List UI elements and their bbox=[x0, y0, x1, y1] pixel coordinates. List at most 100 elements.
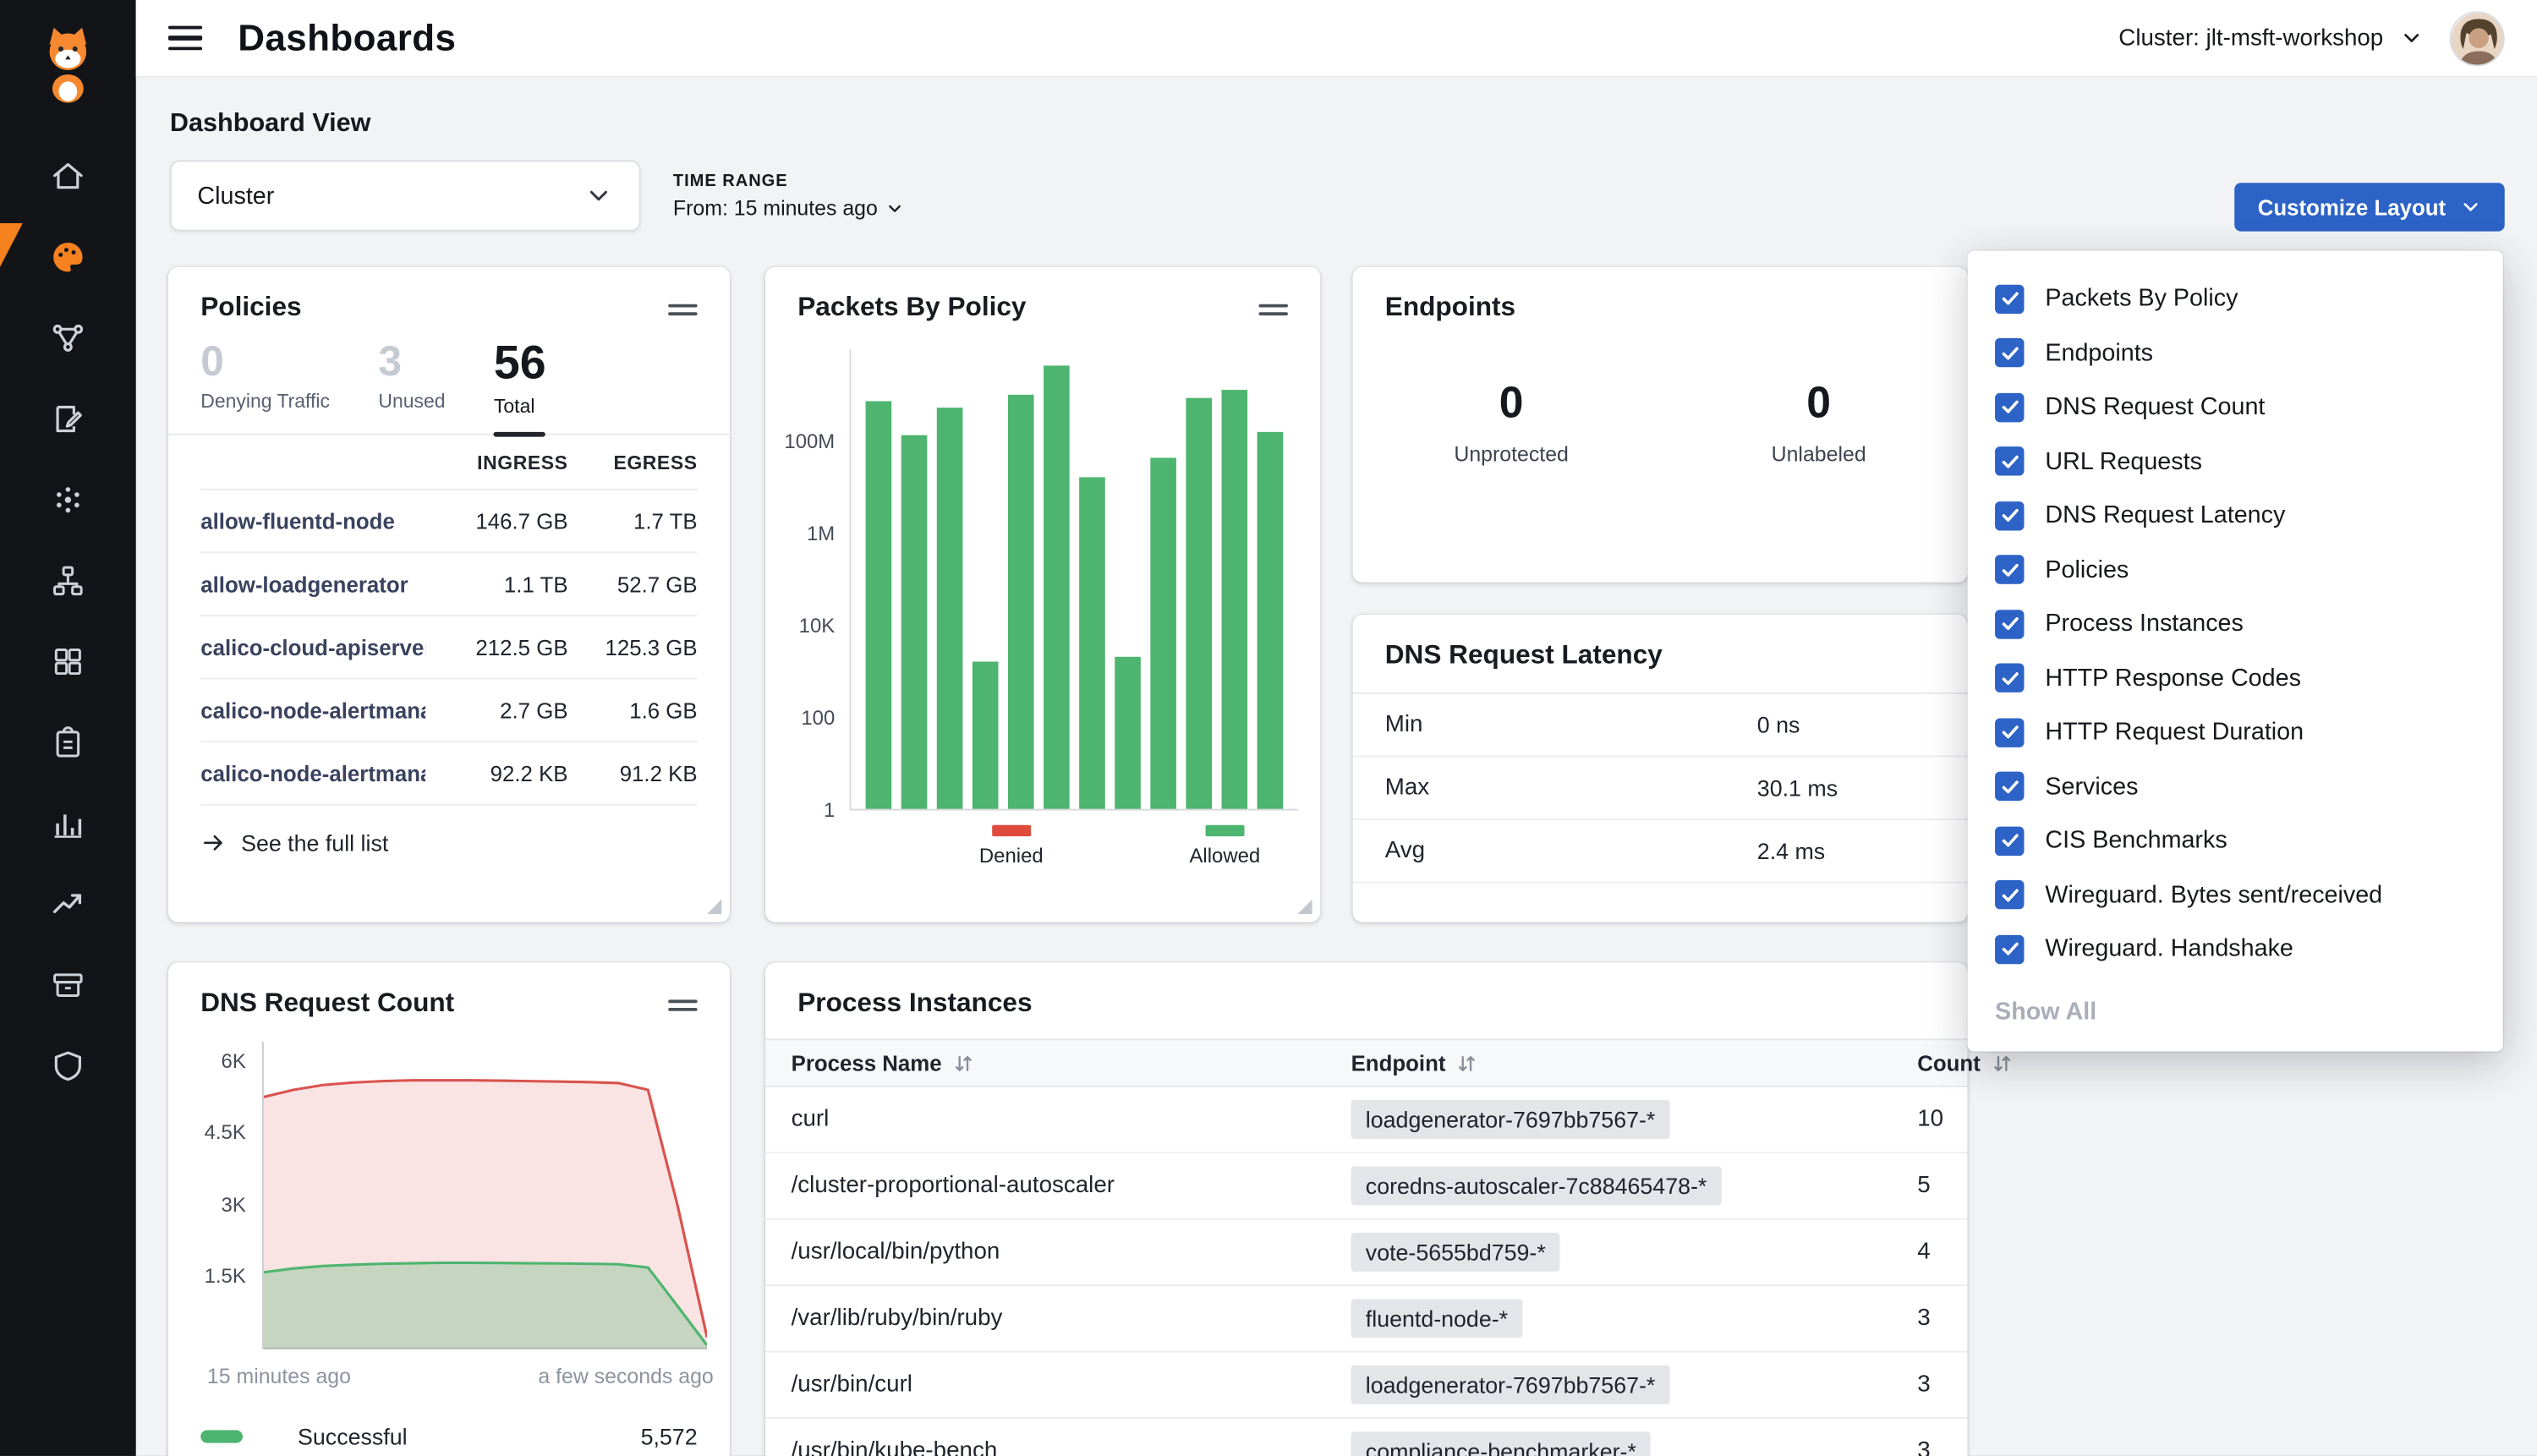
packets-bar bbox=[973, 661, 999, 809]
checkbox-checked-icon[interactable] bbox=[1995, 772, 2024, 801]
card-title: DNS Request Latency bbox=[1385, 641, 1663, 671]
checkbox-checked-icon[interactable] bbox=[1995, 718, 2024, 747]
stat-denying-traffic[interactable]: 0 Denying Traffic bbox=[200, 340, 330, 435]
cluster-selector[interactable]: Cluster: jlt-msft-workshop bbox=[2118, 25, 2424, 52]
checkbox-checked-icon[interactable] bbox=[1995, 392, 2024, 421]
arrow-right-icon bbox=[200, 830, 227, 857]
drag-handle-icon[interactable] bbox=[668, 296, 697, 320]
chevron-down-icon bbox=[2458, 196, 2481, 219]
sidebar-item-security[interactable] bbox=[0, 1026, 136, 1107]
metrics-bars-icon bbox=[50, 806, 85, 841]
menu-option-label: Packets By Policy bbox=[2045, 285, 2238, 313]
process-name-column-header[interactable]: Process Name bbox=[765, 1051, 1351, 1076]
sidebar-item-endpoints[interactable] bbox=[0, 459, 136, 540]
packets-bar bbox=[1222, 390, 1248, 808]
menu-option-dns-request-latency[interactable]: DNS Request Latency bbox=[1968, 489, 2503, 543]
column-label: Count bbox=[1917, 1051, 1981, 1076]
policy-name-link[interactable]: allow-loadgenerator bbox=[200, 572, 425, 597]
menu-option-label: DNS Request Latency bbox=[2045, 502, 2285, 530]
checkbox-checked-icon[interactable] bbox=[1995, 610, 2024, 638]
cluster-selector-label: Cluster: jlt-msft-workshop bbox=[2118, 25, 2383, 52]
menu-option-cis-benchmarks[interactable]: CIS Benchmarks bbox=[1968, 813, 2503, 868]
user-avatar[interactable] bbox=[2450, 10, 2505, 65]
menu-option-label: Services bbox=[2045, 773, 2138, 801]
chevron-down-icon bbox=[885, 198, 905, 217]
policy-name-link[interactable]: calico-node-alertmana… bbox=[200, 698, 425, 723]
customize-layout-menu: Packets By Policy Endpoints DNS Request … bbox=[1968, 251, 2503, 1051]
denied-swatch bbox=[992, 825, 1031, 836]
menu-option-wireguard-handshake[interactable]: Wireguard. Handshake bbox=[1968, 922, 2503, 977]
menu-option-policies[interactable]: Policies bbox=[1968, 543, 2503, 597]
dashboard-view-select[interactable]: Cluster bbox=[170, 160, 641, 231]
menu-option-dns-request-count[interactable]: DNS Request Count bbox=[1968, 380, 2503, 435]
checkbox-checked-icon[interactable] bbox=[1995, 934, 2024, 963]
sort-icon[interactable] bbox=[1457, 1053, 1478, 1074]
menu-option-endpoints[interactable]: Endpoints bbox=[1968, 326, 2503, 380]
sidebar-item-home[interactable] bbox=[0, 136, 136, 217]
sidebar-rail bbox=[0, 0, 136, 1456]
menu-option-packets-by-policy[interactable]: Packets By Policy bbox=[1968, 271, 2503, 326]
checkbox-checked-icon[interactable] bbox=[1995, 826, 2024, 855]
menu-option-process-instances[interactable]: Process Instances bbox=[1968, 597, 2503, 651]
policy-ingress-value: 92.2 KB bbox=[425, 762, 567, 786]
menu-option-http-request-duration[interactable]: HTTP Request Duration bbox=[1968, 705, 2503, 759]
process-table-header: Process Name Endpoint Count bbox=[765, 1038, 1968, 1087]
process-row: /usr/bin/kube-bench compliance-benchmark… bbox=[765, 1419, 1968, 1456]
sort-icon[interactable] bbox=[953, 1053, 974, 1074]
latency-label: Max bbox=[1385, 775, 1757, 801]
sidebar-item-network-tree[interactable] bbox=[0, 540, 136, 621]
policy-ingress-value: 212.5 GB bbox=[425, 636, 567, 660]
count-column-header[interactable]: Count bbox=[1898, 1051, 2013, 1076]
endpoint-chip: loadgenerator-7697bb7567-* bbox=[1351, 1366, 1670, 1404]
checkbox-checked-icon[interactable] bbox=[1995, 447, 2024, 476]
menu-option-url-requests[interactable]: URL Requests bbox=[1968, 435, 2503, 489]
resize-handle[interactable] bbox=[707, 900, 721, 914]
sort-icon[interactable] bbox=[1992, 1053, 2013, 1074]
policy-name-link[interactable]: calico-cloud-apiserver-… bbox=[200, 636, 425, 660]
policy-name-link[interactable]: allow-fluentd-node bbox=[200, 510, 425, 534]
menu-option-wireguard-bytes[interactable]: Wireguard. Bytes sent/received bbox=[1968, 868, 2503, 922]
endpoint-column-header[interactable]: Endpoint bbox=[1351, 1051, 1899, 1076]
stat-total[interactable]: 56 Total bbox=[494, 340, 546, 435]
show-all-link[interactable]: Show All bbox=[1968, 977, 2503, 1025]
drag-handle-icon[interactable] bbox=[668, 992, 697, 1016]
legend-item-denied: Denied bbox=[979, 825, 1044, 868]
stat-label: Total bbox=[494, 396, 546, 419]
stat-unused[interactable]: 3 Unused bbox=[378, 340, 445, 435]
sidebar-item-clusters[interactable] bbox=[0, 621, 136, 703]
checkbox-checked-icon[interactable] bbox=[1995, 556, 2024, 584]
policy-egress-value: 1.6 GB bbox=[568, 698, 698, 723]
checkbox-checked-icon[interactable] bbox=[1995, 501, 2024, 530]
time-range-control: TIME RANGE From: 15 minutes ago bbox=[673, 172, 905, 220]
policy-egress-value: 1.7 TB bbox=[568, 510, 698, 534]
active-nav-indicator bbox=[0, 223, 23, 267]
chevron-down-icon bbox=[2399, 26, 2424, 51]
sidebar-item-service-graph[interactable] bbox=[0, 298, 136, 379]
checkbox-checked-icon[interactable] bbox=[1995, 664, 2024, 692]
time-range-value[interactable]: From: 15 minutes ago bbox=[673, 196, 905, 221]
sidebar-item-compliance[interactable] bbox=[0, 702, 136, 783]
sidebar-item-policies[interactable] bbox=[0, 379, 136, 460]
menu-option-http-response-codes[interactable]: HTTP Response Codes bbox=[1968, 651, 2503, 705]
see-full-list-link[interactable]: See the full list bbox=[168, 807, 730, 857]
policy-name-link[interactable]: calico-node-alertmana… bbox=[200, 762, 425, 786]
sidebar-item-trends[interactable] bbox=[0, 864, 136, 945]
sidebar-item-archive[interactable] bbox=[0, 944, 136, 1026]
policy-egress-value: 52.7 GB bbox=[568, 572, 698, 597]
menu-option-services[interactable]: Services bbox=[1968, 759, 2503, 813]
checkbox-checked-icon[interactable] bbox=[1995, 284, 2024, 313]
drag-handle-icon[interactable] bbox=[1259, 296, 1288, 320]
calico-cat-logo[interactable] bbox=[34, 16, 101, 110]
legend-label: Denied bbox=[979, 845, 1044, 868]
stat-value: 0 bbox=[1454, 379, 1569, 429]
dns-x-labels: 15 minutes ago a few seconds ago bbox=[168, 1349, 730, 1388]
checkbox-checked-icon[interactable] bbox=[1995, 880, 2024, 909]
policy-row: allow-loadgenerator 1.1 TB 52.7 GB bbox=[200, 554, 697, 617]
sidebar-item-metrics[interactable] bbox=[0, 783, 136, 864]
policy-row: calico-node-alertmana… 2.7 GB 1.6 GB bbox=[200, 680, 697, 743]
x-axis-start-label: 15 minutes ago bbox=[207, 1364, 351, 1388]
hamburger-menu-icon[interactable] bbox=[168, 25, 202, 51]
checkbox-checked-icon[interactable] bbox=[1995, 338, 2024, 367]
resize-handle[interactable] bbox=[1297, 900, 1312, 914]
customize-layout-button[interactable]: Customize Layout bbox=[2234, 183, 2505, 231]
